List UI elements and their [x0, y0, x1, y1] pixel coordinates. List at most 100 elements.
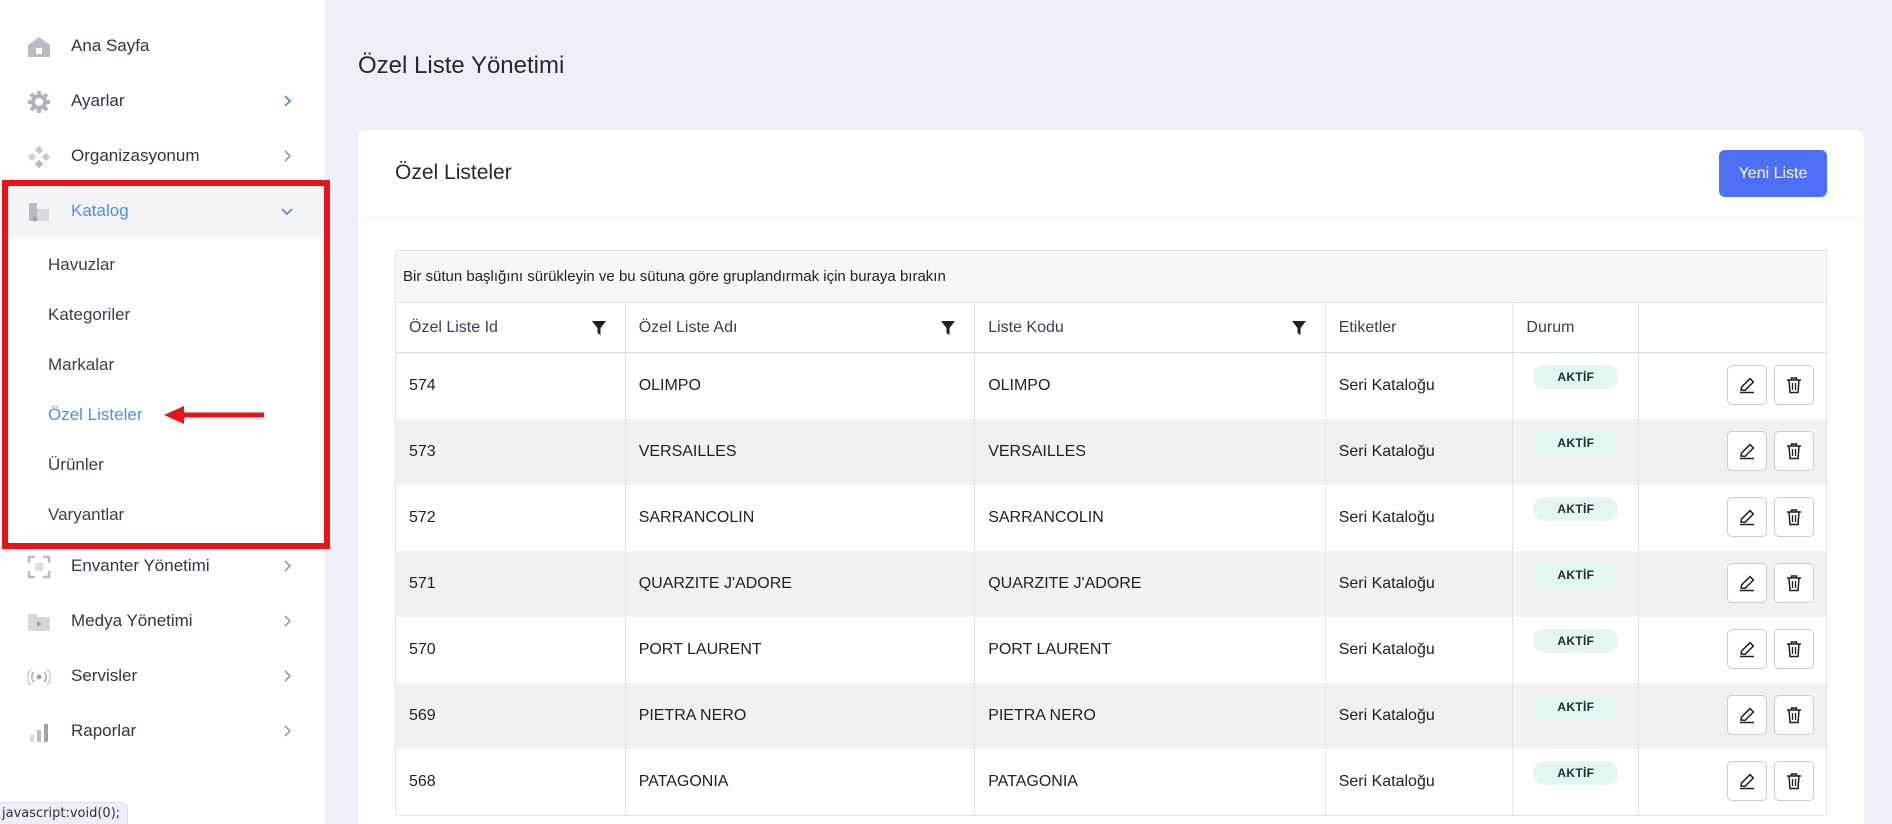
cell-actions [1639, 485, 1826, 551]
edit-button[interactable] [1727, 431, 1768, 471]
cell-code: VERSAILLES [975, 419, 1326, 485]
cell-id: 573 [396, 419, 626, 485]
home-icon [26, 34, 52, 60]
sidebar-item-ayarlar[interactable]: Ayarlar [0, 74, 326, 128]
cell-name: QUARZITE J'ADORE [626, 551, 976, 617]
new-list-button[interactable]: Yeni Liste [1719, 150, 1827, 197]
sidebar-item-label: Servisler [71, 666, 138, 685]
filter-icon[interactable] [1291, 320, 1307, 336]
cell-actions [1639, 353, 1826, 419]
delete-button[interactable] [1774, 629, 1815, 669]
cell-status: AKTİF [1513, 683, 1640, 749]
sidebar-item-raporlar[interactable]: Raporlar [0, 704, 326, 758]
data-grid: Bir sütun başlığını sürükleyin ve bu süt… [395, 250, 1827, 816]
status-url: javascript:void(0); [0, 802, 129, 824]
status-badge: AKTİF [1533, 761, 1619, 785]
column-header-status[interactable]: Durum [1513, 303, 1640, 352]
trash-icon [1785, 706, 1803, 724]
delete-button[interactable] [1774, 431, 1815, 471]
sidebar-item-label: Ayarlar [71, 91, 125, 110]
chevron-right-icon [284, 670, 292, 682]
column-header-label: Durum [1526, 319, 1575, 336]
card-title: Özel Listeler [395, 161, 512, 184]
trash-icon [1785, 640, 1803, 658]
cell-actions [1639, 749, 1826, 815]
column-header-label: Özel Liste Id [409, 319, 498, 336]
delete-button[interactable] [1774, 563, 1815, 603]
column-header-code[interactable]: Liste Kodu [975, 303, 1326, 352]
pencil-icon [1738, 508, 1756, 526]
pencil-icon [1738, 706, 1756, 724]
organization-icon [26, 144, 52, 170]
column-header-label: Etiketler [1338, 319, 1397, 336]
cell-code: PATAGONIA [975, 749, 1326, 815]
sidebar-item-katalog[interactable]: Katalog [0, 184, 326, 238]
sidebar-subitem-varyantlar[interactable]: Varyantlar [48, 505, 124, 525]
sidebar-subitem-kategoriler[interactable]: Kategoriler [48, 305, 130, 325]
cell-name: OLIMPO [626, 353, 976, 419]
table-row[interactable]: 572 SARRANCOLIN SARRANCOLIN Seri Kataloğu AK… [396, 485, 1826, 551]
sidebar-item-medya-yonetimi[interactable]: Medya Yönetimi [0, 594, 326, 648]
cell-status: AKTİF [1513, 749, 1640, 815]
sidebar-item-ana-sayfa[interactable]: Ana Sayfa [0, 19, 326, 73]
sidebar-subitem-urunler[interactable]: Ürünler [48, 455, 104, 475]
status-badge: AKTİF [1533, 629, 1619, 653]
filter-icon[interactable] [591, 320, 607, 336]
cell-code: QUARZITE J'ADORE [975, 551, 1326, 617]
delete-button[interactable] [1774, 365, 1815, 405]
status-badge: AKTİF [1533, 563, 1619, 587]
table-row[interactable]: 574 OLIMPO OLIMPO Seri Kataloğu AKTİF [396, 353, 1826, 419]
cell-status: AKTİF [1513, 485, 1640, 551]
page-title: Özel Liste Yönetimi [358, 52, 565, 79]
table-header: Özel Liste Id Özel Liste Adı Liste Kodu … [396, 303, 1826, 353]
edit-button[interactable] [1727, 629, 1768, 669]
chevron-right-icon [284, 615, 292, 627]
chevron-right-icon [284, 150, 292, 162]
edit-button[interactable] [1727, 761, 1768, 801]
pencil-icon [1738, 574, 1756, 592]
chevron-right-icon [284, 725, 292, 737]
table-row[interactable]: 568 PATAGONIA PATAGONIA Seri Kataloğu AKTİF [396, 749, 1826, 815]
delete-button[interactable] [1774, 497, 1815, 537]
group-panel[interactable]: Bir sütun başlığını sürükleyin ve bu süt… [396, 251, 1826, 303]
table-row[interactable]: 573 VERSAILLES VERSAILLES Seri Kataloğu AKTİ… [396, 419, 1826, 485]
status-badge: AKTİF [1533, 497, 1619, 521]
column-header-tags[interactable]: Etiketler [1326, 303, 1514, 352]
column-header-name[interactable]: Özel Liste Adı [626, 303, 976, 352]
sidebar-item-envanter-yonetimi[interactable]: Envanter Yönetimi [0, 539, 326, 593]
table-row[interactable]: 571 QUARZITE J'ADORE QUARZITE J'ADORE Seri … [396, 551, 1826, 617]
column-header-id[interactable]: Özel Liste Id [396, 303, 626, 352]
inventory-icon [26, 554, 52, 580]
cell-name: PATAGONIA [626, 749, 976, 815]
cell-id: 570 [396, 617, 626, 683]
cell-status: AKTİF [1513, 551, 1640, 617]
column-header-label: Liste Kodu [988, 319, 1064, 336]
sidebar-item-organizasyonum[interactable]: Organizasyonum [0, 129, 326, 183]
cell-id: 571 [396, 551, 626, 617]
cell-name: SARRANCOLIN [626, 485, 976, 551]
status-badge: AKTİF [1533, 431, 1619, 455]
delete-button[interactable] [1774, 761, 1815, 801]
cell-tags: Seri Kataloğu [1326, 617, 1514, 683]
custom-lists-card: Özel Listeler Yeni Liste Bir sütun başlı… [358, 130, 1864, 824]
filter-icon[interactable] [940, 320, 956, 336]
edit-button[interactable] [1727, 365, 1768, 405]
sidebar-subitem-ozel-listeler[interactable]: Özel Listeler [48, 405, 142, 425]
sidebar-item-label: Envanter Yönetimi [71, 556, 210, 575]
reports-icon [26, 719, 52, 745]
cell-actions [1639, 617, 1826, 683]
sidebar-subitem-markalar[interactable]: Markalar [48, 355, 114, 375]
edit-button[interactable] [1727, 563, 1768, 603]
sidebar-subitem-havuzlar[interactable]: Havuzlar [48, 255, 115, 275]
delete-button[interactable] [1774, 695, 1815, 735]
edit-button[interactable] [1727, 497, 1768, 537]
sidebar-item-servisler[interactable]: Servisler [0, 649, 326, 703]
column-header-actions [1639, 303, 1826, 352]
sidebar-item-label: Medya Yönetimi [71, 611, 193, 630]
table-row[interactable]: 569 PIETRA NERO PIETRA NERO Seri Kataloğu AK… [396, 683, 1826, 749]
edit-button[interactable] [1727, 695, 1768, 735]
table-row[interactable]: 570 PORT LAURENT PORT LAURENT Seri Kataloğu… [396, 617, 1826, 683]
cell-id: 572 [396, 485, 626, 551]
cell-status: AKTİF [1513, 353, 1640, 419]
pencil-icon [1738, 376, 1756, 394]
